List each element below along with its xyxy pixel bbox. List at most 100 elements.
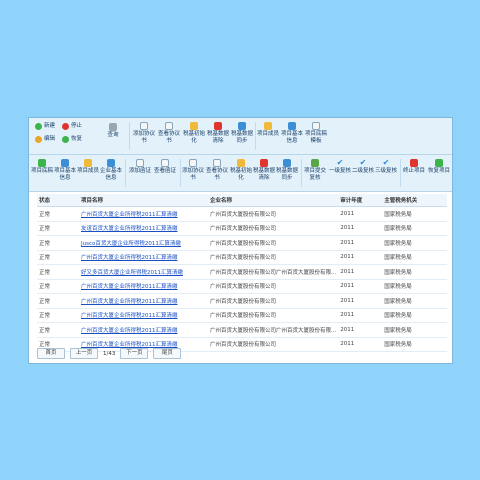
prev-page-button[interactable]: 上一页 bbox=[70, 348, 98, 359]
column-header-project-name[interactable]: 项目名称 bbox=[79, 194, 208, 207]
toolbar-main: 新建 停止 编辑 恢复 查询 添加协议书 查看协议书 税基初始化 税基数据清除 … bbox=[29, 118, 452, 155]
project-name-link[interactable]: 友谊百货大厦企业所得税2011汇算清缴 bbox=[79, 221, 208, 236]
review-level-2-button[interactable]: ✔ 二级复核 bbox=[352, 159, 374, 175]
document-view-icon bbox=[213, 159, 221, 167]
restore-project-button[interactable]: 恢复项目 bbox=[427, 159, 451, 175]
members-icon bbox=[84, 159, 92, 167]
enterprise-icon bbox=[107, 159, 115, 167]
project-name-link[interactable]: 广州百货大厦企业所得税2011汇算清缴 bbox=[79, 293, 208, 309]
project-tax-button[interactable]: 项目底稿 bbox=[31, 159, 53, 175]
terminate-project-button[interactable]: 终止项目 bbox=[403, 159, 425, 175]
tax-authority-cell: 国家税务局 bbox=[382, 206, 447, 222]
table-row[interactable]: 正常 广州百货大厦企业所得税2011汇算清缴 广州百货大厦股份有限公司 2011… bbox=[37, 293, 447, 309]
tax-data-init-button-2[interactable]: 税基初始化 bbox=[230, 159, 252, 182]
view-protocol-button-2[interactable]: 查看协议书 bbox=[205, 159, 229, 182]
document-add-icon bbox=[189, 159, 197, 167]
status-cell: 正常 bbox=[37, 250, 79, 265]
view-protocol-button[interactable]: 查看协议书 bbox=[157, 122, 181, 145]
table-row[interactable]: 正常 广州百货大厦企业所得税2011汇算清缴 广州百货大厦股份有限公司广州百货大… bbox=[37, 322, 447, 338]
project-basic-info-button[interactable]: 项目基本信息 bbox=[281, 122, 303, 145]
project-members-button-2[interactable]: 项目成员 bbox=[77, 159, 99, 175]
tax-data-sync-button-2[interactable]: 税基数据同步 bbox=[276, 159, 298, 182]
column-header-enterprise-name[interactable]: 企业名称 bbox=[208, 194, 339, 207]
add-protocol-button[interactable]: 添加协议书 bbox=[133, 122, 155, 145]
project-name-link[interactable]: 广州百货大厦企业所得税2011汇算清缴 bbox=[79, 322, 208, 338]
project-submit-review-button[interactable]: 项目提交复核 bbox=[303, 159, 327, 182]
clear-icon bbox=[260, 159, 268, 167]
column-header-status[interactable]: 状态 bbox=[37, 194, 79, 207]
column-header-audit-year[interactable]: 审计年度 bbox=[338, 194, 383, 207]
stop-button[interactable]: 停止 bbox=[62, 123, 82, 130]
audit-year-cell: 2011 bbox=[338, 308, 383, 323]
project-name-link[interactable]: Jusco百货大厦企业所得税2011汇算清缴 bbox=[79, 235, 208, 251]
sync-icon bbox=[238, 122, 246, 130]
project-name-link[interactable]: 广州百货大厦企业所得税2011汇算清缴 bbox=[79, 308, 208, 323]
query-button[interactable]: 查询 bbox=[101, 123, 125, 139]
document-view-icon bbox=[165, 122, 173, 130]
tax-data-sync-button[interactable]: 税基数据同步 bbox=[231, 122, 253, 145]
check-icon: ✔ bbox=[359, 158, 367, 167]
enterprise-name-cell: 广州百货大厦股份有限公司 bbox=[208, 279, 339, 294]
status-cell: 正常 bbox=[37, 279, 79, 294]
tax-data-clear-button[interactable]: 税基数据清除 bbox=[207, 122, 229, 145]
table-row[interactable]: 正常 友谊百货大厦企业所得税2011汇算清缴 广州百货大厦股份有限公司 2011… bbox=[37, 221, 447, 236]
enterprise-name-cell: 广州百货大厦股份有限公司 bbox=[208, 337, 339, 352]
enterprise-name-cell: 广州百货大厦股份有限公司广州百货大厦股份有限... bbox=[208, 322, 339, 338]
table-row[interactable]: 正常 好又多百货大厦企业所得税2011汇算清缴 广州百货大厦股份有限公司广州百货… bbox=[37, 264, 447, 280]
project-tax-template-button[interactable]: 项目底稿模板 bbox=[305, 122, 327, 145]
table-row[interactable]: 正常 广州百货大厦企业所得税2011汇算清缴 广州百货大厦股份有限公司 2011… bbox=[37, 279, 447, 294]
enterprise-basic-info-button[interactable]: 企业基本信息 bbox=[100, 159, 122, 182]
edit-button[interactable]: 编辑 bbox=[35, 136, 55, 143]
enterprise-name-cell: 广州百货大厦股份有限公司广州百货大厦股份有限... bbox=[208, 264, 339, 280]
status-cell: 正常 bbox=[37, 322, 79, 338]
new-button[interactable]: 新建 bbox=[35, 123, 55, 130]
init-icon bbox=[237, 159, 245, 167]
init-icon bbox=[190, 122, 198, 130]
add-survey-button[interactable]: 添加函证 bbox=[128, 159, 152, 175]
table-row[interactable]: 正常 Jusco百货大厦企业所得税2011汇算清缴 广州百货大厦股份有限公司 2… bbox=[37, 235, 447, 251]
table-row[interactable]: 正常 广州百货大厦企业所得税2011汇算清缴 广州百货大厦股份有限公司 2011… bbox=[37, 250, 447, 265]
enterprise-name-cell: 广州百货大厦股份有限公司 bbox=[208, 221, 339, 236]
project-grid: 状态 项目名称 企业名称 审计年度 主管税务机关 正常 广州百货大厦企业所得税2… bbox=[37, 194, 447, 352]
tax-authority-cell: 国家税务局 bbox=[382, 337, 447, 352]
next-page-button[interactable]: 下一页 bbox=[120, 348, 149, 359]
project-name-link[interactable]: 广州百货大厦企业所得税2011汇算清缴 bbox=[79, 279, 208, 294]
project-basic-info-button-2[interactable]: 项目基本信息 bbox=[54, 159, 76, 182]
project-name-link[interactable]: 广州百货大厦企业所得税2011汇算清缴 bbox=[79, 206, 208, 222]
last-page-button[interactable]: 尾页 bbox=[153, 348, 182, 359]
status-cell: 正常 bbox=[37, 221, 79, 236]
sync-icon bbox=[283, 159, 291, 167]
project-name-link[interactable]: 好又多百货大厦企业所得税2011汇算清缴 bbox=[79, 264, 208, 280]
tax-authority-cell: 国家税务局 bbox=[382, 293, 447, 309]
table-row[interactable]: 正常 广州百货大厦企业所得税2011汇算清缴 广州百货大厦股份有限公司 2011… bbox=[37, 308, 447, 323]
tax-data-clear-button-2[interactable]: 税基数据清除 bbox=[253, 159, 275, 182]
tax-data-init-button[interactable]: 税基初始化 bbox=[183, 122, 205, 145]
plus-icon bbox=[35, 123, 42, 130]
project-members-button[interactable]: 项目成员 bbox=[257, 122, 279, 138]
audit-year-cell: 2011 bbox=[338, 221, 383, 236]
clear-icon bbox=[214, 122, 222, 130]
restore-button[interactable]: 恢复 bbox=[62, 136, 82, 143]
first-page-button[interactable]: 首页 bbox=[37, 348, 65, 359]
table-row[interactable]: 正常 广州百货大厦企业所得税2011汇算清缴 广州百货大厦股份有限公司 2011… bbox=[37, 206, 447, 222]
column-header-tax-authority[interactable]: 主管税务机关 bbox=[382, 194, 447, 207]
project-name-link[interactable]: 广州百货大厦企业所得税2011汇算清缴 bbox=[79, 250, 208, 265]
review-level-3-button[interactable]: ✔ 三级复核 bbox=[375, 159, 397, 175]
stop-icon bbox=[62, 123, 69, 130]
separator bbox=[301, 159, 302, 187]
separator bbox=[255, 122, 256, 150]
tax-authority-cell: 国家税务局 bbox=[382, 322, 447, 338]
audit-year-cell: 2011 bbox=[338, 322, 383, 338]
separator bbox=[180, 159, 181, 187]
toolbar-secondary: 项目底稿 项目基本信息 项目成员 企业基本信息 添加函证 查看函证 添加协议书 bbox=[29, 155, 452, 192]
check-icon: ✔ bbox=[382, 158, 390, 167]
view-survey-button[interactable]: 查看函证 bbox=[153, 159, 177, 175]
add-protocol-button-2[interactable]: 添加协议书 bbox=[182, 159, 204, 182]
review-level-1-button[interactable]: ✔ 一级复核 bbox=[329, 159, 351, 175]
pagination: 首页 上一页 1/43 下一页 尾页 bbox=[37, 348, 182, 359]
table-header-row: 状态 项目名称 企业名称 审计年度 主管税务机关 bbox=[37, 194, 447, 207]
tax-icon bbox=[38, 159, 46, 167]
document-add-icon bbox=[140, 122, 148, 130]
separator bbox=[125, 159, 126, 187]
tax-authority-cell: 国家税务局 bbox=[382, 279, 447, 294]
